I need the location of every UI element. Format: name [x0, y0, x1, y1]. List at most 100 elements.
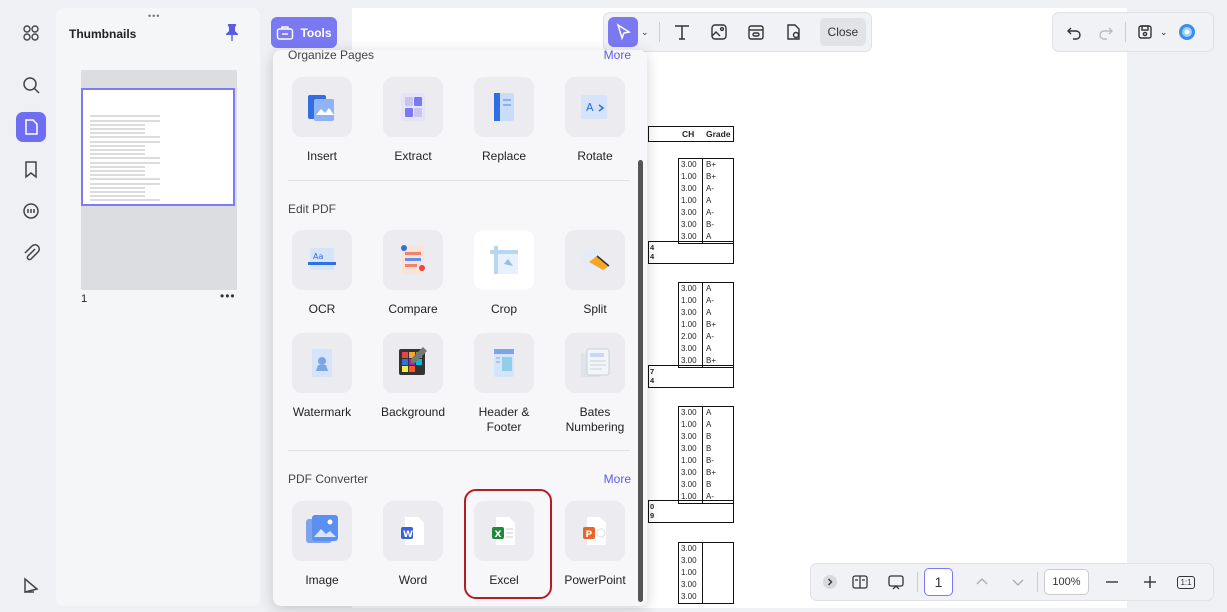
thumbnail-more-menu[interactable]: •••: [220, 289, 236, 303]
actual-size-button[interactable]: 1:1: [1171, 567, 1201, 597]
credit-hours-cell: 3.00: [681, 184, 697, 193]
save-icon[interactable]: [1132, 19, 1158, 45]
tool-label: PowerPoint: [564, 573, 626, 587]
organize-pages-title: Organize Pages: [288, 50, 375, 62]
thumbnails-panel: ••• Thumbnails 1 •••: [56, 8, 260, 606]
select-dropdown-caret[interactable]: ⌄: [641, 27, 649, 38]
watermark-icon: [292, 333, 352, 393]
stamp-icon: [786, 24, 800, 40]
tool-label: Bates Numbering: [565, 405, 625, 434]
tool-powerpoint[interactable]: P PowerPoint: [550, 501, 640, 588]
ai-assistant-icon[interactable]: [1174, 19, 1200, 45]
page-layout-icon[interactable]: [845, 567, 875, 597]
link-tool-button[interactable]: [741, 17, 771, 47]
grade-cell: B-: [706, 456, 714, 465]
credit-hours-cell: 2.00: [681, 332, 697, 341]
page-number-input[interactable]: 1: [924, 568, 953, 596]
tool-insert[interactable]: Insert: [277, 77, 367, 164]
tool-compare[interactable]: Compare: [368, 230, 458, 317]
bookmark-icon[interactable]: [16, 154, 46, 184]
prev-page-icon[interactable]: [967, 567, 997, 597]
zoom-in-icon[interactable]: [1135, 567, 1165, 597]
thumbnail-page-number: 1: [81, 293, 88, 305]
close-button[interactable]: Close: [819, 18, 867, 46]
organize-more-link[interactable]: More: [604, 50, 631, 62]
grade-cell: A-: [706, 332, 714, 341]
summary-value: 4: [650, 243, 655, 252]
tool-watermark[interactable]: Watermark: [277, 333, 367, 420]
save-dropdown-caret[interactable]: ⌄: [1160, 27, 1168, 38]
search-icon[interactable]: [16, 70, 46, 100]
insert-icon: [292, 77, 352, 137]
grade-cell: B+: [706, 468, 717, 477]
converter-more-link[interactable]: More: [604, 472, 631, 486]
tool-image[interactable]: Image: [277, 501, 367, 588]
tool-rotate[interactable]: A Rotate: [550, 77, 640, 164]
credit-hours-cell: 1.00: [681, 568, 697, 577]
zoom-level-input[interactable]: 100%: [1044, 569, 1089, 595]
next-page-icon[interactable]: [1003, 567, 1033, 597]
thumbnails-icon[interactable]: [16, 112, 46, 142]
grade-cell: A-: [706, 184, 714, 193]
tool-label: Split: [583, 302, 607, 316]
svg-text:W: W: [403, 530, 413, 540]
tool-extract[interactable]: Extract: [368, 77, 458, 164]
credit-hours-cell: 3.00: [681, 308, 697, 317]
layers-icon[interactable]: [16, 570, 46, 600]
credit-hours-cell: 3.00: [681, 344, 697, 353]
grade-cell: A: [706, 196, 712, 205]
image-icon: [710, 24, 727, 40]
summary-value: 4: [650, 252, 655, 261]
grade-column: A A- A B+ A- A B+: [705, 283, 716, 367]
tool-crop[interactable]: Crop: [459, 230, 549, 317]
svg-text:A: A: [586, 101, 594, 114]
left-rail: [8, 8, 54, 606]
credit-hours-cell: 1.00: [681, 296, 697, 305]
credit-hours-cell: 3.00: [681, 220, 697, 229]
table-header: CH Grade: [648, 126, 734, 142]
select-tool-button[interactable]: [608, 17, 638, 47]
header-ch: CH: [682, 129, 695, 139]
undo-icon[interactable]: [1061, 19, 1087, 45]
navigation-bar: 1 100% 1:1: [810, 563, 1214, 601]
cursor-icon: [616, 23, 631, 41]
toolbar-separator: [658, 22, 660, 42]
tool-background[interactable]: Background: [368, 333, 458, 420]
credit-hours-column: 3.00 1.00 3.00 1.00 2.00 3.00 3.00: [679, 283, 703, 367]
tool-bates-numbering[interactable]: Bates Numbering: [550, 333, 640, 435]
credit-hours-cell: 1.00: [681, 172, 697, 181]
tools-label: Tools: [300, 25, 332, 40]
tool-ocr[interactable]: Aa OCR: [277, 230, 367, 317]
tool-replace[interactable]: Replace: [459, 77, 549, 164]
presentation-icon[interactable]: [881, 567, 911, 597]
redo-icon[interactable]: [1093, 19, 1119, 45]
summary-value: 9: [650, 511, 655, 520]
tool-label: Image: [305, 573, 339, 587]
panel-grip[interactable]: •••: [148, 11, 160, 21]
section-divider: [288, 180, 630, 181]
comment-icon[interactable]: [16, 196, 46, 226]
tool-label: OCR: [308, 302, 336, 316]
tool-header-footer[interactable]: Header & Footer: [459, 333, 549, 435]
popup-scrollbar[interactable]: [638, 160, 643, 602]
section-divider: [288, 450, 630, 451]
zoom-out-icon[interactable]: [1097, 567, 1127, 597]
page-thumbnail[interactable]: [81, 88, 235, 206]
image-tool-button[interactable]: [704, 17, 734, 47]
split-icon: [565, 230, 625, 290]
pin-icon[interactable]: [224, 23, 240, 41]
grade-column: A A B B B- B+ B A-: [705, 407, 716, 503]
tool-word[interactable]: W Word: [368, 501, 458, 588]
expand-icon[interactable]: [815, 567, 845, 597]
credit-hours-column: 3.00 3.00 1.00 3.00 3.00: [679, 543, 703, 603]
text-tool-button[interactable]: [667, 17, 697, 47]
credit-hours-cell: 1.00: [681, 420, 697, 429]
apps-grid-icon[interactable]: [16, 18, 46, 48]
stamp-tool-button[interactable]: [778, 17, 808, 47]
attachment-icon[interactable]: [16, 238, 46, 268]
tool-label: Background: [380, 405, 446, 419]
tools-button[interactable]: Tools: [271, 17, 337, 48]
grade-cell: B+: [706, 172, 717, 181]
grade-block: 3.00 1.00 3.00 3.00 1.00 3.00 3.00 1.00 A A B B B- B+…: [678, 406, 734, 504]
tool-split[interactable]: Split: [550, 230, 640, 317]
